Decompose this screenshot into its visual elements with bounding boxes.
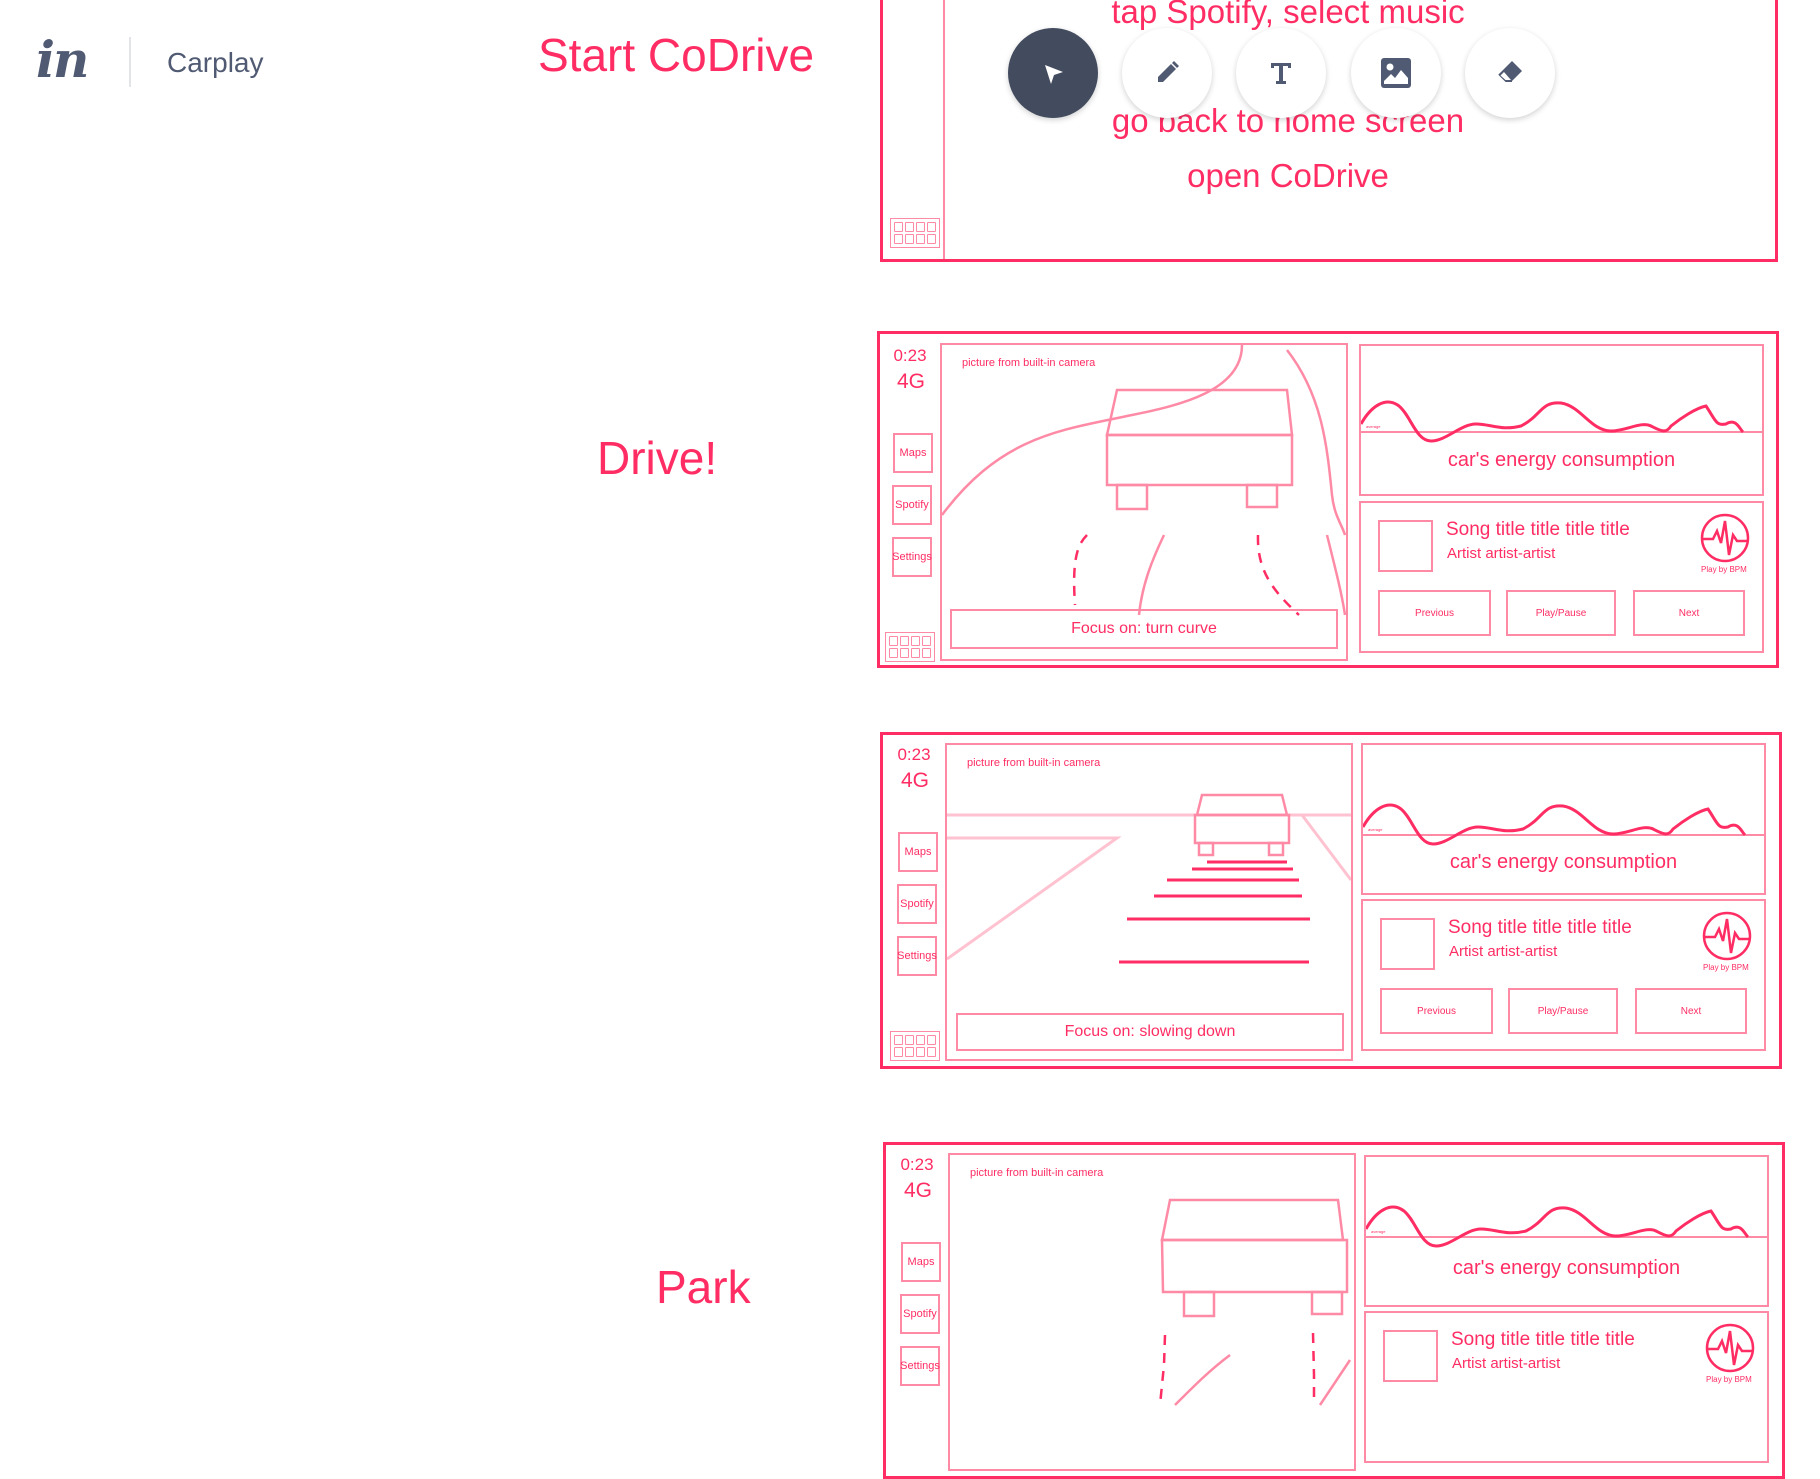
- image-icon: [1381, 58, 1411, 88]
- previous-button[interactable]: Previous: [1378, 590, 1491, 636]
- sidebar-divider: [943, 0, 945, 259]
- step-label-start: Start CoDrive: [538, 29, 815, 81]
- invision-logo[interactable]: in: [36, 30, 89, 90]
- artist-name: Artist artist-artist: [1449, 943, 1558, 960]
- heartbeat-bpm-icon[interactable]: [1698, 511, 1752, 565]
- app-grid-icon: [890, 1031, 940, 1061]
- album-cover: [1383, 1330, 1438, 1382]
- energy-panel: average car's energy consumption: [1364, 1155, 1769, 1307]
- artist-name: Artist artist-artist: [1452, 1355, 1561, 1372]
- focus-hint: Focus on: slowing down: [956, 1013, 1344, 1051]
- eraser-icon: [1498, 61, 1522, 82]
- tool-image-button[interactable]: [1351, 28, 1441, 118]
- tool-select-button[interactable]: [1008, 28, 1098, 118]
- app-grid-icon: [885, 632, 935, 662]
- bpm-label: Play by BPM: [1706, 1375, 1752, 1384]
- cursor-arrow-icon: [1045, 65, 1063, 84]
- parking-sketch: [1158, 1198, 1352, 1406]
- clock: 0:23: [900, 1155, 934, 1174]
- energy-label: car's energy consumption: [1449, 851, 1678, 873]
- text-T-icon: [1271, 63, 1291, 84]
- next-button[interactable]: Next: [1635, 988, 1747, 1034]
- clock: 0:23: [893, 346, 927, 365]
- camera-view: picture from built-in camera Focus on: s…: [945, 743, 1353, 1061]
- pencil-icon: [1158, 61, 1179, 82]
- network-status: 4G: [903, 1179, 932, 1202]
- app-button-maps[interactable]: Maps: [898, 832, 938, 872]
- app-button-spotify[interactable]: Spotify: [900, 1294, 940, 1334]
- network-status: 4G: [900, 769, 929, 792]
- app-button-settings[interactable]: Settings: [900, 1346, 940, 1386]
- energy-panel: average car's energy consumption: [1359, 344, 1764, 496]
- energy-graph: [1366, 1205, 1767, 1248]
- previous-button[interactable]: Previous: [1380, 988, 1493, 1034]
- energy-label: car's energy consumption: [1452, 1257, 1681, 1279]
- frame-drive-slowing[interactable]: 0:23 4G Maps Spotify Settings picture fr…: [880, 732, 1782, 1069]
- next-button[interactable]: Next: [1633, 590, 1745, 636]
- album-cover: [1380, 918, 1435, 970]
- road-sketch: [947, 793, 1351, 964]
- network-status: 4G: [896, 370, 925, 393]
- energy-label: car's energy consumption: [1447, 449, 1676, 471]
- song-title: Song title title title title: [1451, 1329, 1635, 1350]
- tool-text-button[interactable]: [1236, 28, 1326, 118]
- average-label: average: [1368, 827, 1383, 832]
- step-label-drive: Drive!: [597, 432, 718, 484]
- app-button-spotify[interactable]: Spotify: [897, 884, 937, 924]
- app-button-settings[interactable]: Settings: [892, 537, 932, 577]
- camera-view: picture from built-in camera Focus on: t…: [940, 343, 1348, 661]
- project-name: Carplay: [167, 47, 264, 78]
- heartbeat-bpm-icon[interactable]: [1700, 909, 1754, 963]
- frame-drive-turn[interactable]: 0:23 4G Maps Spotify Settings picture fr…: [877, 331, 1779, 668]
- music-panel: Song title title title title Artist arti…: [1364, 1311, 1769, 1463]
- song-title: Song title title title title: [1448, 917, 1632, 938]
- bpm-label: Play by BPM: [1701, 565, 1747, 574]
- app-button-spotify[interactable]: Spotify: [892, 485, 932, 525]
- average-label: average: [1366, 424, 1381, 429]
- album-cover: [1378, 520, 1433, 572]
- camera-view: picture from built-in camera: [948, 1153, 1356, 1471]
- play-pause-button[interactable]: Play/Pause: [1508, 988, 1618, 1034]
- focus-hint: Focus on: turn curve: [950, 609, 1338, 649]
- app-button-maps[interactable]: Maps: [901, 1242, 941, 1282]
- frame-park[interactable]: 0:23 4G Maps Spotify Settings picture fr…: [883, 1142, 1785, 1479]
- header-divider: [129, 37, 131, 87]
- average-label: average: [1371, 1229, 1386, 1234]
- instruction-line-4: open CoDrive: [1187, 157, 1389, 194]
- energy-panel: average car's energy consumption: [1361, 743, 1766, 895]
- frame-start-codrive[interactable]: tap Spotify, select music then go back t…: [880, 0, 1778, 262]
- instruction-line-1: tap Spotify, select music: [1111, 0, 1465, 30]
- play-pause-button[interactable]: Play/Pause: [1506, 590, 1616, 636]
- song-title: Song title title title title: [1446, 519, 1630, 540]
- bpm-label: Play by BPM: [1703, 963, 1749, 972]
- app-grid-icon: [890, 218, 940, 248]
- clock: 0:23: [897, 745, 931, 764]
- tool-draw-button[interactable]: [1122, 28, 1212, 118]
- heartbeat-bpm-icon[interactable]: [1703, 1321, 1757, 1375]
- music-panel: Song title title title title Artist arti…: [1361, 899, 1766, 1051]
- artist-name: Artist artist-artist: [1447, 545, 1556, 562]
- app-button-settings[interactable]: Settings: [897, 936, 937, 976]
- music-panel: Song title title title title Artist arti…: [1359, 501, 1764, 653]
- step-label-park: Park: [656, 1261, 751, 1313]
- app-button-maps[interactable]: Maps: [893, 433, 933, 473]
- tool-erase-button[interactable]: [1465, 28, 1555, 118]
